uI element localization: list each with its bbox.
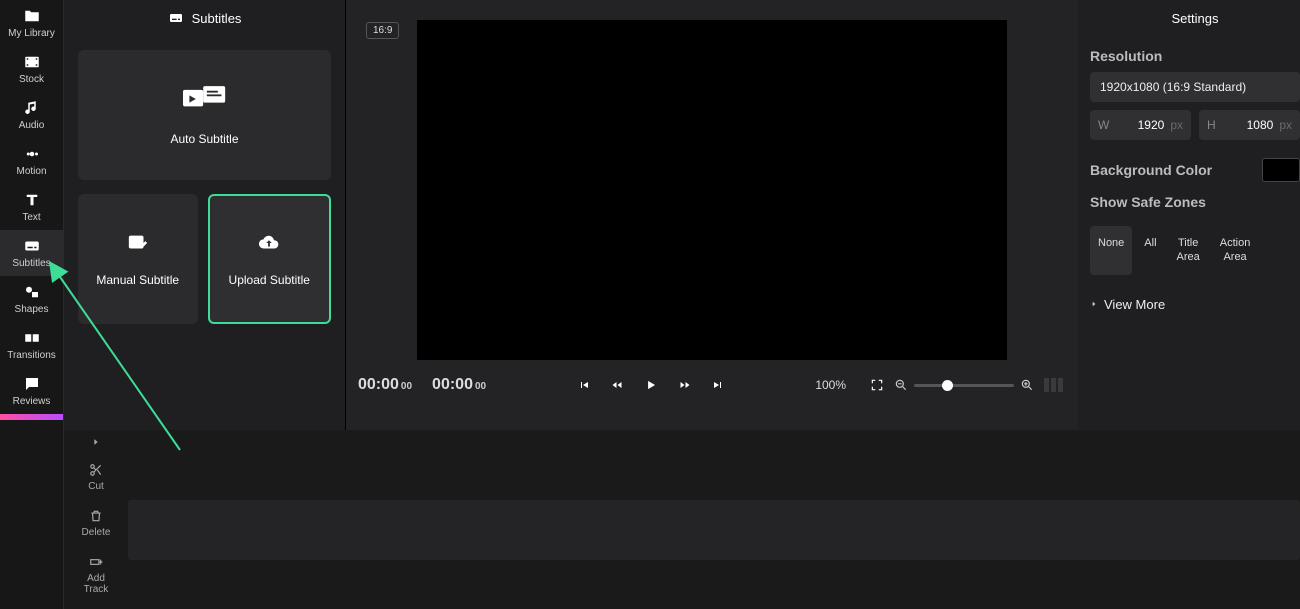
skip-end-button[interactable] xyxy=(712,379,724,391)
sidebar-item-label: My Library xyxy=(8,28,55,39)
add-track-label: Add Track xyxy=(84,573,109,595)
sidebar-item-label: Stock xyxy=(19,74,44,85)
aspect-ratio-badge[interactable]: 16:9 xyxy=(366,22,399,39)
cut-label: Cut xyxy=(88,481,104,492)
resolution-dropdown[interactable]: 1920x1080 (16:9 Standard) xyxy=(1090,72,1300,102)
sidebar-item-audio[interactable]: Audio xyxy=(0,92,63,138)
playback-controls: 00:0000 00:0000 100% xyxy=(346,360,1078,410)
sidebar-item-subtitles[interactable]: Subtitles xyxy=(0,230,63,276)
settings-title: Settings xyxy=(1090,0,1300,36)
sidebar-item-motion[interactable]: Motion xyxy=(0,138,63,184)
time-total: 00:0000 xyxy=(432,376,486,394)
sidebar-item-label: Shapes xyxy=(15,304,49,315)
zoom-in-button[interactable] xyxy=(1020,378,1034,392)
settings-panel: Settings Resolution 1920x1080 (16:9 Stan… xyxy=(1078,0,1300,430)
cut-button[interactable]: Cut xyxy=(64,454,128,500)
time-current: 00:0000 xyxy=(358,376,412,394)
play-button[interactable] xyxy=(644,378,658,392)
auto-subtitle-icon xyxy=(183,85,227,118)
subtitle-icon xyxy=(23,237,41,255)
height-input[interactable]: H 1080 px xyxy=(1199,110,1300,140)
left-sidebar: My Library Stock Audio Motion Text Subti… xyxy=(0,0,64,609)
safe-zones-label: Show Safe Zones xyxy=(1090,194,1300,210)
bgcolor-swatch[interactable] xyxy=(1262,158,1300,182)
auto-subtitle-card[interactable]: Auto Subtitle xyxy=(78,50,331,180)
sidebar-item-label: Subtitles xyxy=(12,258,50,269)
timeline: Cut Delete Add Track xyxy=(64,430,1300,609)
zone-all-button[interactable]: All xyxy=(1136,226,1164,275)
delete-button[interactable]: Delete xyxy=(64,500,128,546)
zoom-slider[interactable] xyxy=(914,384,1014,387)
manual-subtitle-icon xyxy=(127,232,149,259)
folder-icon xyxy=(23,7,41,25)
rewind-button[interactable] xyxy=(610,379,624,391)
chat-icon xyxy=(23,375,41,393)
sidebar-item-reviews[interactable]: Reviews xyxy=(0,368,63,414)
timeline-tools: Cut Delete Add Track xyxy=(64,430,128,609)
subtitles-panel: Subtitles Auto Subtitle Manual Subtitle xyxy=(64,0,346,430)
sidebar-item-label: Reviews xyxy=(13,396,51,407)
sidebar-item-transitions[interactable]: Transitions xyxy=(0,322,63,368)
trash-icon xyxy=(88,508,104,524)
bgcolor-label: Background Color xyxy=(1090,162,1212,178)
width-input[interactable]: W 1920 px xyxy=(1090,110,1191,140)
sidebar-item-label: Transitions xyxy=(7,350,56,361)
sidebar-item-text[interactable]: Text xyxy=(0,184,63,230)
main-area: Subtitles Auto Subtitle Manual Subtitle xyxy=(64,0,1300,609)
fullscreen-button[interactable] xyxy=(870,378,884,392)
video-canvas[interactable] xyxy=(417,20,1007,360)
upload-subtitle-card[interactable]: Upload Subtitle xyxy=(208,194,332,324)
resolution-label: Resolution xyxy=(1090,48,1300,64)
panel-title-text: Subtitles xyxy=(192,11,242,26)
chevron-right-icon xyxy=(91,437,101,447)
transition-icon xyxy=(23,329,41,347)
zoom-percent: 100% xyxy=(815,378,846,392)
delete-label: Delete xyxy=(82,527,111,538)
shapes-icon xyxy=(23,283,41,301)
collapse-panel-button[interactable] xyxy=(64,430,128,454)
zone-action-button[interactable]: Action Area xyxy=(1212,226,1259,275)
forward-button[interactable] xyxy=(678,379,692,391)
auto-subtitle-label: Auto Subtitle xyxy=(170,132,238,146)
sidebar-item-my-library[interactable]: My Library xyxy=(0,0,63,46)
timeline-tracks[interactable] xyxy=(128,430,1300,609)
chevron-right-icon xyxy=(1090,299,1098,309)
add-track-icon xyxy=(88,554,104,570)
cloud-upload-icon xyxy=(258,232,280,259)
sidebar-gradient-accent xyxy=(0,414,63,420)
scissors-icon xyxy=(88,462,104,478)
skip-start-button[interactable] xyxy=(578,379,590,391)
film-icon xyxy=(23,53,41,71)
text-icon xyxy=(23,191,41,209)
sidebar-item-label: Audio xyxy=(19,120,45,131)
subtitle-icon xyxy=(168,10,184,26)
manual-subtitle-label: Manual Subtitle xyxy=(96,273,179,287)
range-handles[interactable] xyxy=(1044,378,1066,392)
track-lane[interactable] xyxy=(128,500,1300,560)
manual-subtitle-card[interactable]: Manual Subtitle xyxy=(78,194,198,324)
sidebar-item-stock[interactable]: Stock xyxy=(0,46,63,92)
panel-title: Subtitles xyxy=(64,0,345,36)
view-more-button[interactable]: View More xyxy=(1090,297,1300,312)
motion-icon xyxy=(23,145,41,163)
zone-none-button[interactable]: None xyxy=(1090,226,1132,275)
add-track-button[interactable]: Add Track xyxy=(64,546,128,603)
sidebar-item-label: Text xyxy=(22,212,40,223)
zoom-out-button[interactable] xyxy=(894,378,908,392)
preview-area: 16:9 00:0000 00:0000 100% xyxy=(346,0,1078,430)
sidebar-item-shapes[interactable]: Shapes xyxy=(0,276,63,322)
music-icon xyxy=(23,99,41,117)
upload-subtitle-label: Upload Subtitle xyxy=(229,273,310,287)
sidebar-item-label: Motion xyxy=(16,166,46,177)
zone-title-button[interactable]: Title Area xyxy=(1169,226,1208,275)
